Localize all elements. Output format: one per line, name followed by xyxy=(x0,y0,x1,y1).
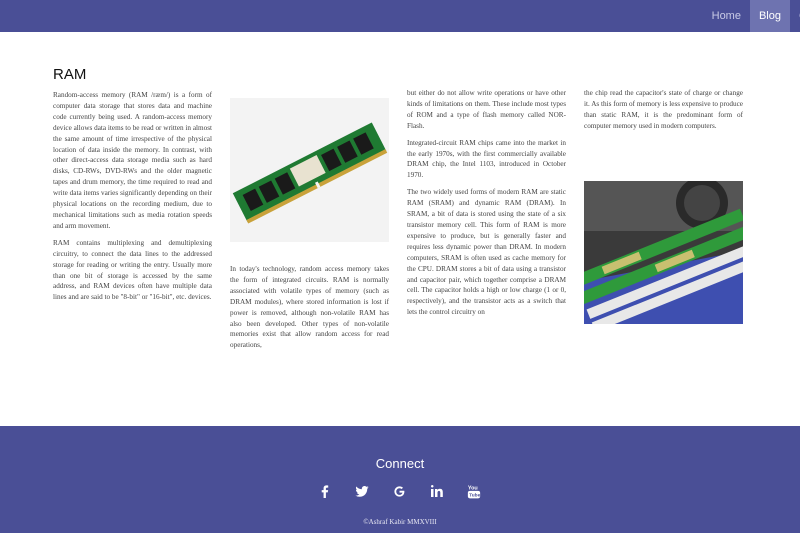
google-icon[interactable] xyxy=(389,482,409,500)
twitter-icon[interactable] xyxy=(352,482,372,500)
site-footer: Connect You Tube ©Ashraf Kabir MMXVIII xyxy=(0,426,800,533)
article-paragraph: Random-access memory (RAM /ræm/) is a fo… xyxy=(53,91,212,230)
article-title: RAM xyxy=(53,66,87,83)
nav-menu: Home Blog C xyxy=(703,0,800,32)
nav-home-link[interactable]: Home xyxy=(703,0,750,32)
svg-text:Tube: Tube xyxy=(469,492,480,498)
article-column-1: Random-access memory (RAM /ræm/) is a fo… xyxy=(53,90,212,309)
nav-blog-link[interactable]: Blog xyxy=(749,0,790,32)
article-column-3: but either do not allow write operations… xyxy=(407,88,566,324)
facebook-icon[interactable] xyxy=(314,482,334,500)
article-column-4: the chip read the capacitor's state of c… xyxy=(584,88,743,138)
top-nav-bar: Home Blog C xyxy=(0,0,800,32)
linkedin-icon[interactable] xyxy=(427,482,447,500)
social-links: You Tube xyxy=(314,482,484,500)
nav-truncated-link[interactable]: C xyxy=(790,0,800,32)
article-column-2: In today's technology, random access mem… xyxy=(230,264,389,357)
footer-heading: Connect xyxy=(375,456,425,471)
article-paragraph: The two widely used forms of modern RAM … xyxy=(407,188,566,317)
motherboard-ram-illustration xyxy=(584,181,743,324)
article-paragraph: but either do not allow write operations… xyxy=(407,89,566,130)
ram-module-illustration xyxy=(230,98,389,242)
ram-module-image xyxy=(230,98,389,242)
youtube-icon[interactable]: You Tube xyxy=(464,482,484,500)
motherboard-ram-image xyxy=(584,181,743,324)
article-paragraph: RAM contains multiplexing and demultiple… xyxy=(53,238,212,302)
svg-text:You: You xyxy=(468,485,478,491)
article-paragraph: Integrated-circuit RAM chips came into t… xyxy=(407,138,566,180)
article-paragraph: the chip read the capacitor's state of c… xyxy=(584,89,743,130)
article-paragraph: In today's technology, random access mem… xyxy=(230,265,389,350)
copyright-text: ©Ashraf Kabir MMXVIII xyxy=(363,518,437,526)
